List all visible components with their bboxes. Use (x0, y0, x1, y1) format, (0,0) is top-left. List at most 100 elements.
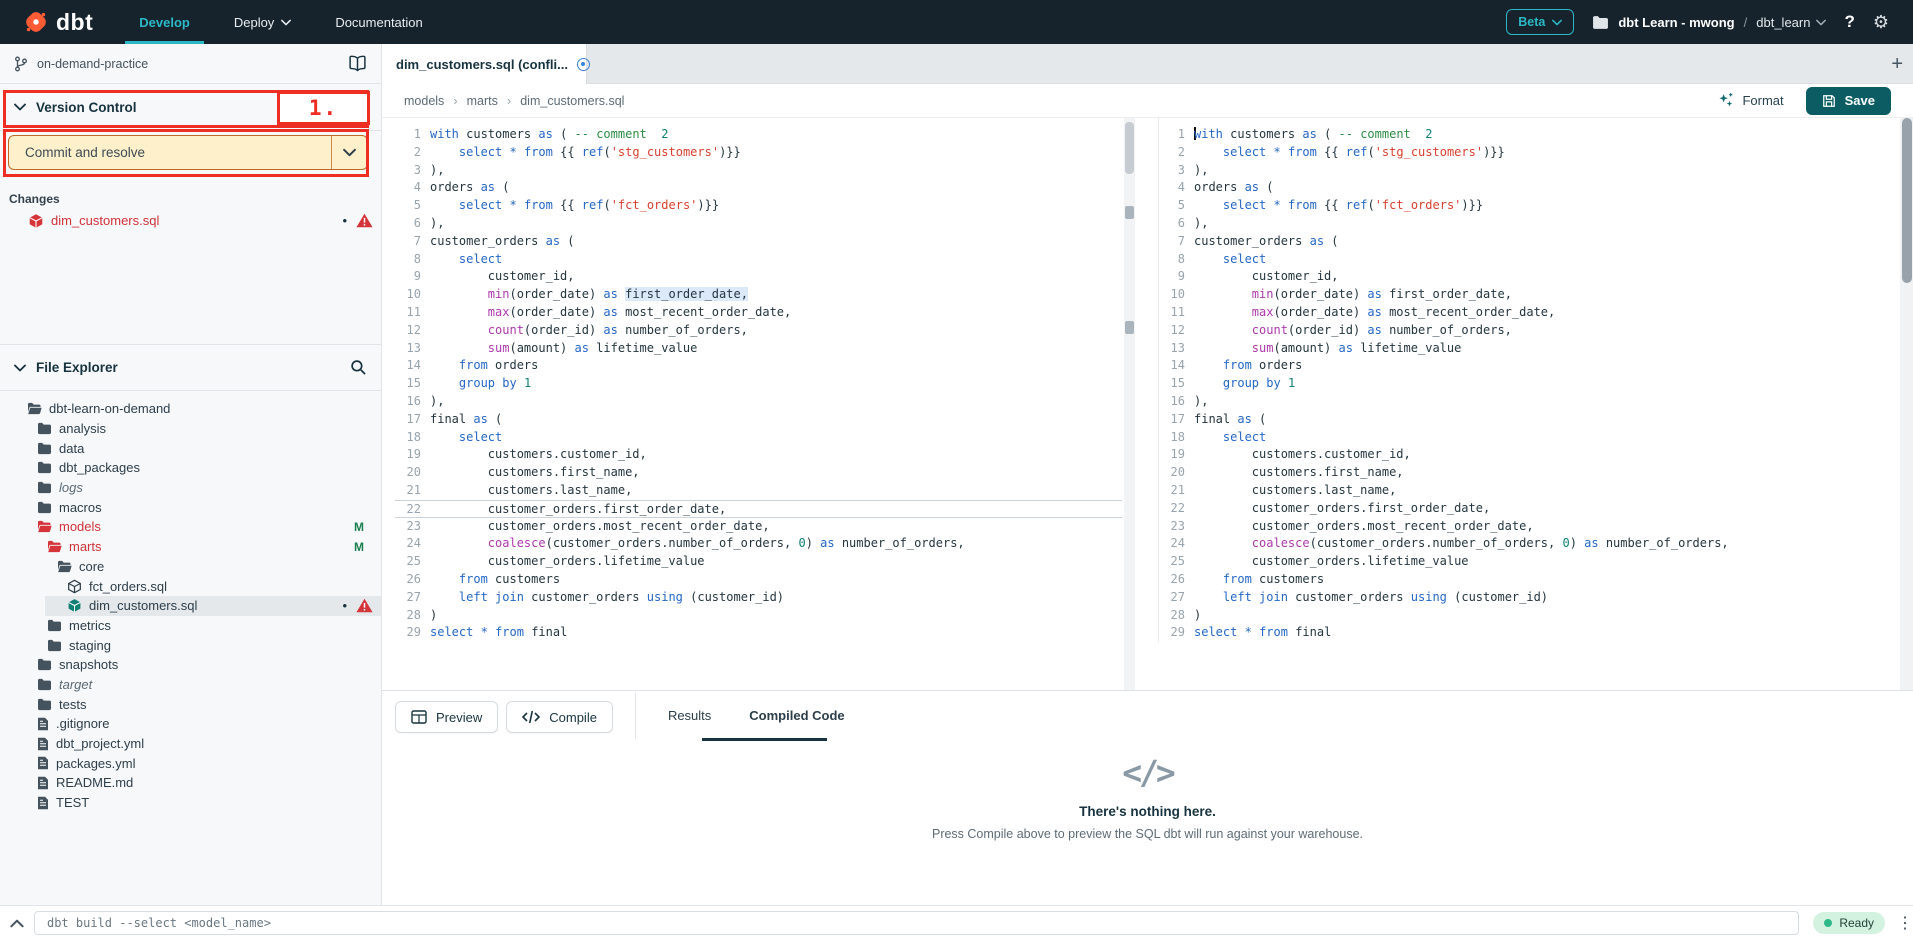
tree-item-dbt-project-yml[interactable]: dbt_project.yml (0, 734, 381, 754)
code-line[interactable]: 10 min(order_date) as first_order_date, (1159, 286, 1895, 304)
code-line[interactable]: 11 max(order_date) as most_recent_order_… (395, 304, 1122, 322)
code-line[interactable]: 12 count(order_id) as number_of_orders, (395, 322, 1122, 340)
code-line[interactable]: 13 sum(amount) as lifetime_value (395, 340, 1122, 358)
code-line[interactable]: 20 customers.first_name, (395, 464, 1122, 482)
commit-options-dropdown[interactable] (331, 136, 367, 169)
tree-item-staging[interactable]: staging (0, 635, 381, 655)
tree-item-tests[interactable]: tests (0, 694, 381, 714)
code-line[interactable]: 23 customer_orders.most_recent_order_dat… (1159, 518, 1895, 536)
tree-item-dbt-learn-on-demand[interactable]: dbt-learn-on-demand (0, 399, 381, 419)
code-line[interactable]: 22 customer_orders.first_order_date, (395, 500, 1122, 518)
tree-item-models[interactable]: modelsM (0, 517, 381, 537)
code-line[interactable]: 11 max(order_date) as most_recent_order_… (1159, 304, 1895, 322)
tree-item-core[interactable]: core (0, 557, 381, 577)
search-icon[interactable] (350, 359, 367, 376)
format-button[interactable]: Format (1717, 92, 1783, 109)
code-line[interactable]: 16), (395, 393, 1122, 411)
code-line[interactable]: 2 select * from {{ ref('stg_customers')}… (395, 144, 1122, 162)
scrollbar-thumb[interactable] (1125, 122, 1134, 174)
code-line[interactable]: 3), (1159, 162, 1895, 180)
tab-dim-customers[interactable]: dim_customers.sql (confli... (382, 44, 587, 84)
project-dropdown[interactable]: dbt_learn (1756, 15, 1826, 30)
breadcrumb-item[interactable]: models (404, 94, 444, 108)
tree-item-metrics[interactable]: metrics (0, 616, 381, 636)
code-line[interactable]: 24 coalesce(customer_orders.number_of_or… (1159, 535, 1895, 553)
code-line[interactable]: 10 min(order_date) as first_order_date, (395, 286, 1122, 304)
tree-item-marts[interactable]: martsM (0, 537, 381, 557)
code-line[interactable]: 17final as ( (1159, 411, 1895, 429)
code-line[interactable]: 14 from orders (1159, 357, 1895, 375)
code-line[interactable]: 15 group by 1 (395, 375, 1122, 393)
code-line[interactable]: 9 customer_id, (1159, 268, 1895, 286)
code-line[interactable]: 28) (395, 607, 1122, 625)
code-line[interactable]: 23 customer_orders.most_recent_order_dat… (395, 518, 1122, 536)
changed-file-row[interactable]: dim_customers.sql • (0, 210, 381, 231)
code-line[interactable]: 26 from customers (395, 571, 1122, 589)
status-badge[interactable]: Ready (1813, 912, 1885, 934)
tree-item-readme-md[interactable]: README.md (0, 773, 381, 793)
tree-item-analysis[interactable]: analysis (0, 419, 381, 439)
code-line[interactable]: 12 count(order_id) as number_of_orders, (1159, 322, 1895, 340)
code-line[interactable]: 1with customers as ( -- comment 2 (395, 126, 1122, 144)
left-pane-scrollbar[interactable] (1124, 118, 1135, 690)
code-line[interactable]: 9 customer_id, (395, 268, 1122, 286)
code-line[interactable]: 21 customers.last_name, (1159, 482, 1895, 500)
breadcrumb-item[interactable]: dim_customers.sql (520, 94, 624, 108)
branch-row[interactable]: on-demand-practice (0, 44, 381, 84)
new-tab-button[interactable]: + (1891, 54, 1903, 74)
file-explorer-header[interactable]: File Explorer (0, 344, 381, 391)
code-line[interactable]: 25 customer_orders.lifetime_value (1159, 553, 1895, 571)
dbt-logo[interactable]: dbt (22, 8, 93, 36)
code-line[interactable]: 28) (1159, 607, 1895, 625)
account-switcher[interactable]: dbt Learn - mwong / dbt_learn (1592, 15, 1826, 30)
tree-item-packages-yml[interactable]: packages.yml (0, 753, 381, 773)
tree-item-dbt-packages[interactable]: dbt_packages (0, 458, 381, 478)
code-line[interactable]: 17final as ( (395, 411, 1122, 429)
code-line[interactable]: 6), (1159, 215, 1895, 233)
code-line[interactable]: 7customer_orders as ( (1159, 233, 1895, 251)
code-line[interactable]: 25 customer_orders.lifetime_value (395, 553, 1122, 571)
nav-documentation[interactable]: Documentation (335, 0, 422, 44)
code-line[interactable]: 18 select (1159, 429, 1895, 447)
tree-item-test[interactable]: TEST (0, 793, 381, 813)
tree-item-macros[interactable]: macros (0, 497, 381, 517)
chevron-up-icon[interactable] (10, 919, 24, 928)
tree-item-target[interactable]: target (0, 675, 381, 695)
gear-icon[interactable]: ⚙ (1873, 13, 1889, 31)
preview-button[interactable]: Preview (395, 701, 498, 733)
breadcrumb-item[interactable]: marts (467, 94, 498, 108)
code-line[interactable]: 3), (395, 162, 1122, 180)
editor-pane-right[interactable]: 1with customers as ( -- comment 22 selec… (1158, 118, 1895, 642)
tree-item-fct-orders-sql[interactable]: fct_orders.sql (0, 576, 381, 596)
code-line[interactable]: 15 group by 1 (1159, 375, 1895, 393)
command-input[interactable]: dbt build --select <model_name> (34, 911, 1799, 935)
compile-button[interactable]: Compile (506, 701, 613, 733)
code-line[interactable]: 20 customers.first_name, (1159, 464, 1895, 482)
docs-book-icon[interactable] (348, 55, 367, 72)
help-icon[interactable]: ? (1844, 12, 1854, 32)
code-line[interactable]: 29select * from final (1159, 624, 1895, 642)
code-line[interactable]: 5 select * from {{ ref('fct_orders')}} (395, 197, 1122, 215)
tree-item--gitignore[interactable]: .gitignore (0, 714, 381, 734)
code-line[interactable]: 19 customers.customer_id, (395, 446, 1122, 464)
code-line[interactable]: 24 coalesce(customer_orders.number_of_or… (395, 535, 1122, 553)
code-line[interactable]: 18 select (395, 429, 1122, 447)
code-line[interactable]: 29select * from final (395, 624, 1122, 642)
code-line[interactable]: 27 left join customer_orders using (cust… (1159, 589, 1895, 607)
code-line[interactable]: 16), (1159, 393, 1895, 411)
code-line[interactable]: 2 select * from {{ ref('stg_customers')}… (1159, 144, 1895, 162)
code-line[interactable]: 21 customers.last_name, (395, 482, 1122, 500)
code-line[interactable]: 8 select (395, 251, 1122, 269)
tree-item-dim-customers-sql[interactable]: dim_customers.sql• (0, 596, 381, 616)
editor-pane-left[interactable]: 1with customers as ( -- comment 22 selec… (395, 118, 1122, 642)
code-line[interactable]: 5 select * from {{ ref('fct_orders')}} (1159, 197, 1895, 215)
code-line[interactable]: 14 from orders (395, 357, 1122, 375)
code-line[interactable]: 26 from customers (1159, 571, 1895, 589)
nav-deploy[interactable]: Deploy (234, 0, 291, 44)
code-line[interactable]: 27 left join customer_orders using (cust… (395, 589, 1122, 607)
code-line[interactable]: 6), (395, 215, 1122, 233)
code-line[interactable]: 1with customers as ( -- comment 2 (1159, 126, 1895, 144)
code-line[interactable]: 4orders as ( (395, 179, 1122, 197)
code-line[interactable]: 19 customers.customer_id, (1159, 446, 1895, 464)
tree-item-data[interactable]: data (0, 438, 381, 458)
